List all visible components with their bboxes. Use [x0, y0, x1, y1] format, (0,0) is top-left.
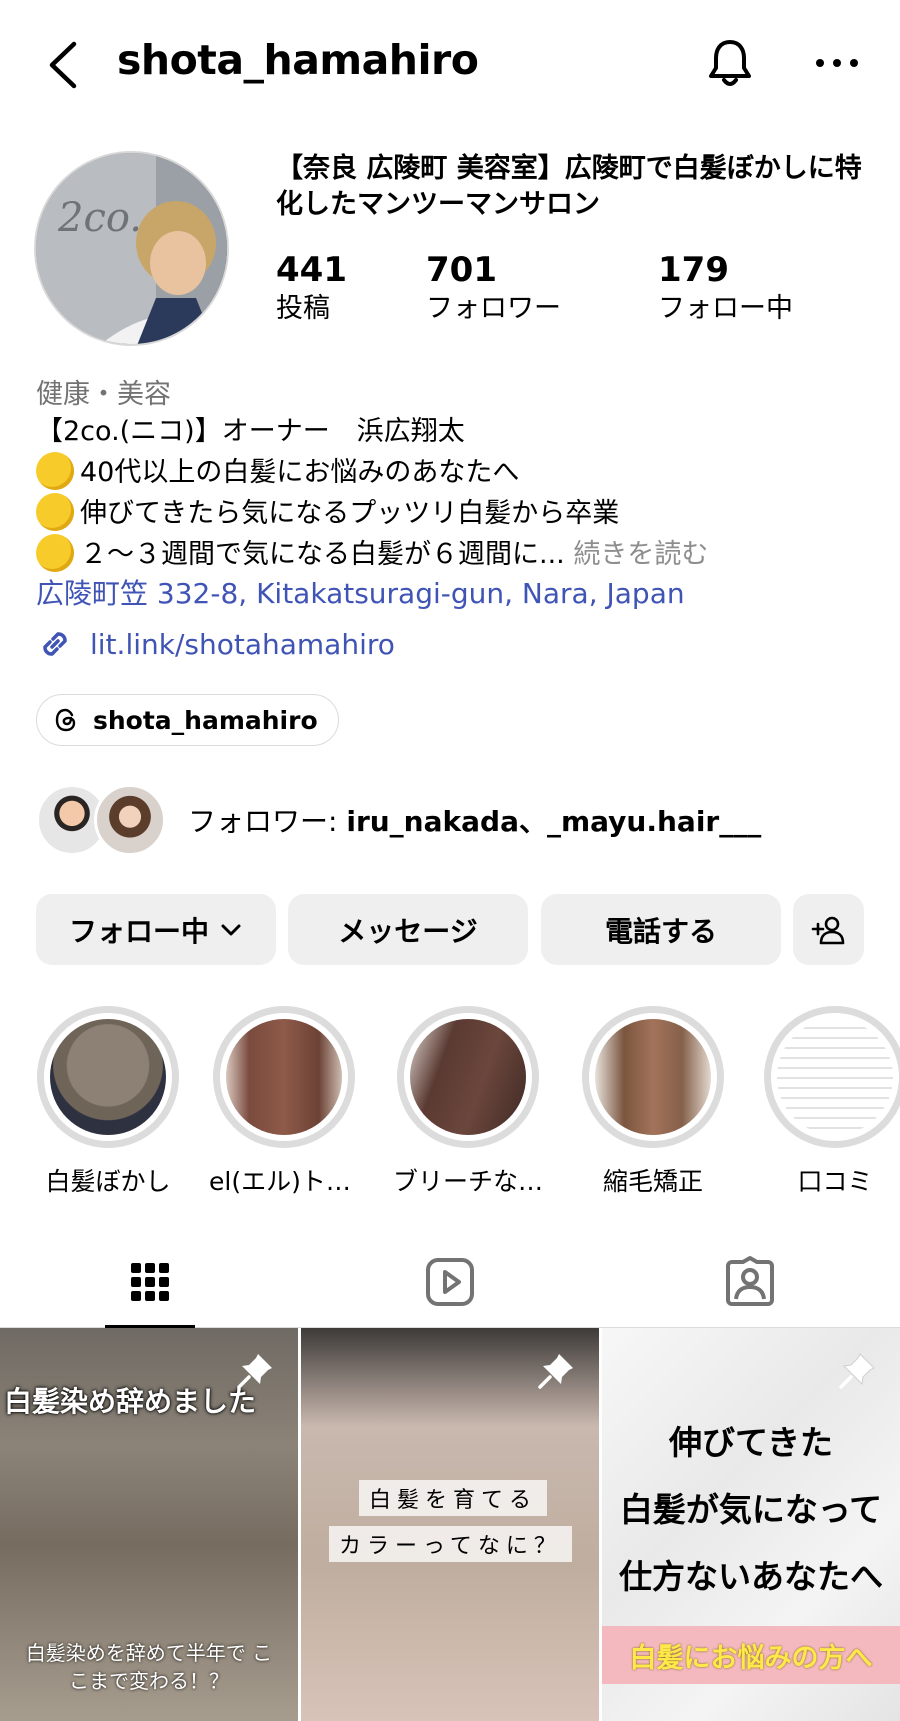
pin-icon [839, 1353, 875, 1389]
highlight-ring [37, 1006, 179, 1148]
bio-line: 【2co.(ニコ)】オーナー 浜広翔太 [36, 412, 886, 452]
svg-text:2co.: 2co. [57, 195, 142, 241]
stat-followers[interactable]: 701 フォロワー [426, 249, 561, 327]
highlight-ring [397, 1006, 539, 1148]
post-thumbnail[interactable]: 白髪を育てる カラーってなに？ [301, 1328, 599, 1721]
tab-posts-grid[interactable] [0, 1236, 300, 1329]
tagged-person-icon [726, 1256, 774, 1306]
highlight-item[interactable]: ブリーチな… [393, 1006, 543, 1198]
highlight-item[interactable]: el(エル)トリ… [209, 1006, 359, 1198]
highlight-label: el(エル)トリ… [209, 1167, 359, 1196]
highlight-ring [213, 1006, 355, 1148]
followed-by-names: iru_nakada、_mayu.hair___ [346, 805, 762, 838]
profile-tabs [0, 1236, 900, 1329]
message-button-label: メッセージ [338, 914, 478, 948]
highlight-cover [777, 1019, 893, 1135]
back-arrow-icon[interactable] [44, 40, 80, 90]
highlight-ring [764, 1006, 900, 1148]
reels-icon [426, 1258, 474, 1306]
highlight-item[interactable]: 口コミ [760, 1006, 900, 1198]
tab-reels[interactable] [300, 1236, 600, 1328]
profile-header: shota_hamahiro [0, 0, 900, 130]
website-link-text: lit.link/shotahamahiro [90, 627, 395, 661]
post-thumbnail[interactable]: 白髪染め辞めました 白髪染めを辞めて半年で ここまで変わる！？ [0, 1328, 298, 1721]
bio-line-text: 伸びてきたら気になるプッツリ白髪から卒業 [80, 498, 620, 529]
post-caption-line: 白髪を育てる [359, 1480, 548, 1516]
stat-posts-count: 441 [276, 250, 347, 290]
profile-username-title: shota_hamahiro [117, 36, 479, 84]
followed-by-text: フォロワー: iru_nakada、_mayu.hair___ [188, 800, 761, 840]
highlight-item[interactable]: 白髪ぼかし [33, 1006, 183, 1198]
bio-line-text: 40代以上の白髪にお悩みのあなたへ [80, 457, 520, 488]
post-caption-bottom: 白髪染めを辞めて半年で ここまで変わる！？ [25, 1641, 273, 1693]
add-user-button[interactable] [793, 894, 864, 965]
grid-icon [131, 1263, 169, 1301]
highlight-cover [595, 1019, 711, 1135]
pin-icon [237, 1354, 272, 1389]
post-caption-line: 白髪が気になって [619, 1490, 883, 1529]
post-caption-line: 伸びてきた [668, 1423, 833, 1462]
posts-grid: 白髪染め辞めました 白髪染めを辞めて半年で ここまで変わる！？ 白髪を育てる カ… [0, 1328, 900, 1721]
chevron-down-icon [221, 924, 241, 935]
bio-line-text: ２〜３週間で気になる白髪が６週間に... [80, 539, 565, 570]
address-link[interactable]: 広陵町笠 332-8, Kitakatsuragi-gun, Nara, Jap… [36, 572, 685, 612]
yellow-circle-icon [36, 452, 74, 490]
read-more-link[interactable]: 続きを読む [573, 539, 708, 570]
following-button[interactable]: フォロー中 [36, 894, 276, 965]
profile-avatar[interactable]: 2co. [34, 151, 229, 346]
post-caption-banner: 白髪染め辞めました [4, 1385, 257, 1418]
call-button-label: 電話する [604, 914, 717, 948]
stat-posts-label: 投稿 [276, 293, 330, 324]
highlight-item[interactable]: 縮毛矯正 [578, 1006, 728, 1198]
profile-bio: 【2co.(ニコ)】オーナー 浜広翔太 40代以上の白髪にお悩みのあなたへ 伸び… [36, 412, 886, 575]
avatar-photo: 2co. [36, 153, 227, 344]
post-thumbnail[interactable]: 伸びてきた 白髪が気になって 仕方ないあなたへ 白髪にお悩みの方へ [602, 1328, 900, 1721]
highlight-label: ブリーチな… [393, 1167, 543, 1196]
post-caption-banner-text: 白髪にお悩みの方へ [629, 1642, 873, 1674]
notification-bell-icon[interactable] [703, 36, 757, 90]
highlight-label: 白髪ぼかし [45, 1167, 171, 1196]
bio-line-text: 【2co.(ニコ)】オーナー 浜広翔太 [36, 416, 465, 447]
post-caption-line: カラーってなに？ [329, 1526, 572, 1562]
profile-category: 健康・美容 [36, 379, 171, 410]
post-caption-line: 仕方ないあなたへ [619, 1557, 883, 1596]
highlight-cover [410, 1019, 526, 1135]
follower-avatar [94, 784, 166, 856]
more-options-icon[interactable] [812, 46, 862, 80]
link-icon [43, 632, 67, 656]
threads-profile-button[interactable]: shota_hamahiro [36, 694, 339, 746]
bio-line: 40代以上の白髪にお悩みのあなたへ [36, 452, 886, 493]
highlight-ring [582, 1006, 724, 1148]
threads-handle: shota_hamahiro [93, 705, 318, 735]
yellow-circle-icon [36, 534, 74, 572]
stat-followers-label: フォロワー [426, 293, 561, 324]
call-button[interactable]: 電話する [541, 894, 781, 965]
highlight-cover [50, 1019, 166, 1135]
post-caption-banner: 白髪にお悩みの方へ [602, 1626, 900, 1684]
bio-line: ２〜３週間で気になる白髪が６週間に... 続きを読む [36, 534, 886, 575]
yellow-circle-icon [36, 493, 74, 531]
following-button-label: フォロー中 [68, 914, 209, 948]
highlight-label: 口コミ [797, 1167, 873, 1196]
pin-icon [538, 1354, 573, 1389]
highlight-cover [226, 1019, 342, 1135]
stat-following-label: フォロー中 [658, 293, 793, 324]
profile-bio-title: 【奈良 広陵町 美容室】広陵町で白髪ぼかしに特化したマンツーマンサロン [276, 153, 862, 220]
stat-following[interactable]: 179 フォロー中 [658, 249, 793, 327]
stat-following-count: 179 [658, 250, 729, 290]
threads-icon [55, 708, 76, 732]
stat-posts[interactable]: 441 投稿 [276, 249, 347, 327]
message-button[interactable]: メッセージ [288, 894, 528, 965]
website-link[interactable]: lit.link/shotahamahiro [36, 624, 395, 664]
bio-line: 伸びてきたら気になるプッツリ白髪から卒業 [36, 493, 886, 534]
followed-by-prefix: フォロワー: [188, 805, 347, 838]
tab-tagged[interactable] [600, 1236, 900, 1328]
followed-by-row[interactable]: フォロワー: iru_nakada、_mayu.hair___ [36, 784, 761, 856]
highlight-label: 縮毛矯正 [602, 1167, 703, 1196]
add-user-icon [811, 916, 844, 944]
stat-followers-count: 701 [426, 250, 497, 290]
